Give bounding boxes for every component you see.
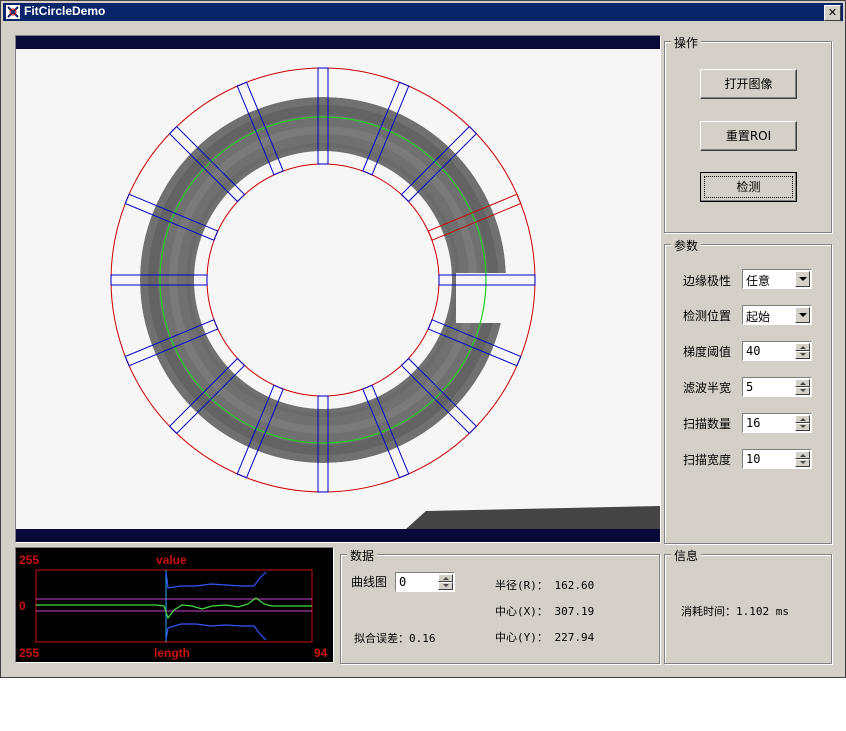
close-icon[interactable]: ✕	[824, 5, 841, 21]
curve-bottom-right: 94	[314, 646, 328, 660]
filter-half-width-value: 5	[746, 380, 754, 394]
curve-zero: 0	[19, 599, 26, 613]
spin-down-icon[interactable]	[795, 387, 810, 395]
gradient-threshold-spinner[interactable]: 40	[742, 341, 812, 361]
edge-polarity-select[interactable]: 任意	[742, 269, 812, 289]
info-group: 信息 消耗时间：1.102 ms	[664, 547, 832, 664]
app-icon	[6, 5, 20, 19]
operations-legend: 操作	[671, 34, 702, 51]
filter-half-width-label: 滤波半宽	[683, 381, 732, 395]
curve-length-label: length	[154, 646, 190, 660]
data-legend: 数据	[347, 547, 378, 564]
edge-polarity-label: 边缘极性	[683, 274, 732, 288]
detect-button[interactable]: 检测	[700, 172, 797, 202]
curve-index-spinner[interactable]: 0	[395, 572, 455, 592]
reset-roi-button[interactable]: 重置ROI	[700, 121, 797, 151]
info-legend: 信息	[671, 547, 702, 564]
edge-polarity-value: 任意	[746, 274, 771, 288]
scan-width-label: 扫描宽度	[683, 453, 732, 467]
gradient-threshold-value: 40	[746, 344, 761, 358]
curve-value-label: value	[156, 553, 187, 567]
spin-down-icon[interactable]	[438, 582, 453, 590]
elapsed-time: 消耗时间：1.102 ms	[681, 605, 789, 618]
detect-position-value: 起始	[746, 310, 771, 324]
open-image-button[interactable]: 打开图像	[700, 69, 797, 99]
image-view[interactable]	[15, 35, 661, 543]
filter-half-width-spinner[interactable]: 5	[742, 377, 812, 397]
operations-group: 操作 打开图像 重置ROI 检测	[664, 34, 832, 233]
spin-up-icon[interactable]	[795, 451, 810, 459]
gradient-threshold-label: 梯度阈值	[683, 345, 732, 359]
chevron-down-icon[interactable]	[795, 271, 810, 287]
part-ring	[140, 97, 506, 463]
params-legend: 参数	[671, 237, 702, 254]
center-x-value: 中心(X)： 307.19	[495, 605, 595, 618]
spin-down-icon[interactable]	[795, 351, 810, 359]
radius-value: 半径(R)： 162.60	[495, 579, 595, 592]
data-group: 数据 曲线图 0 拟合误差：0.16 半径(R)： 162.60 中心(X)： …	[340, 547, 660, 664]
fit-error: 拟合误差：0.16	[354, 632, 436, 645]
scan-width-spinner[interactable]: 10	[742, 449, 812, 469]
chevron-down-icon[interactable]	[795, 307, 810, 323]
spin-down-icon[interactable]	[795, 423, 810, 431]
curve-bottom-left: 255	[19, 646, 40, 660]
title-bar: FitCircleDemo ✕	[3, 3, 843, 21]
window-title: FitCircleDemo	[24, 4, 106, 18]
params-group: 参数 边缘极性 任意 检测位置 起始 梯度阈值 40 滤波半宽 5 扫描数量 1…	[664, 237, 832, 544]
curve-index-value: 0	[399, 575, 407, 589]
detect-position-select[interactable]: 起始	[742, 305, 812, 325]
spin-up-icon[interactable]	[795, 379, 810, 387]
lower-profile	[165, 623, 267, 641]
scan-width-value: 10	[746, 452, 761, 466]
scan-count-spinner[interactable]: 16	[742, 413, 812, 433]
gradient-profile	[36, 597, 312, 620]
curve-top-left: 255	[19, 553, 40, 567]
detect-position-label: 检测位置	[683, 309, 732, 323]
profile-curve: 255 value 0 255 length 94	[15, 547, 334, 663]
upper-profile	[165, 571, 267, 589]
scan-count-label: 扫描数量	[683, 417, 732, 431]
curve-index-label: 曲线图	[351, 575, 388, 589]
spin-up-icon[interactable]	[795, 415, 810, 423]
spin-up-icon[interactable]	[438, 574, 453, 582]
center-y-value: 中心(Y)： 227.94	[495, 631, 595, 644]
spin-up-icon[interactable]	[795, 343, 810, 351]
image-canvas	[16, 49, 660, 529]
scan-count-value: 16	[746, 416, 761, 430]
spin-down-icon[interactable]	[795, 459, 810, 467]
main-window: FitCircleDemo ✕ 操作 打开图像 重置ROI 检测 参数 边缘极性…	[0, 0, 846, 678]
